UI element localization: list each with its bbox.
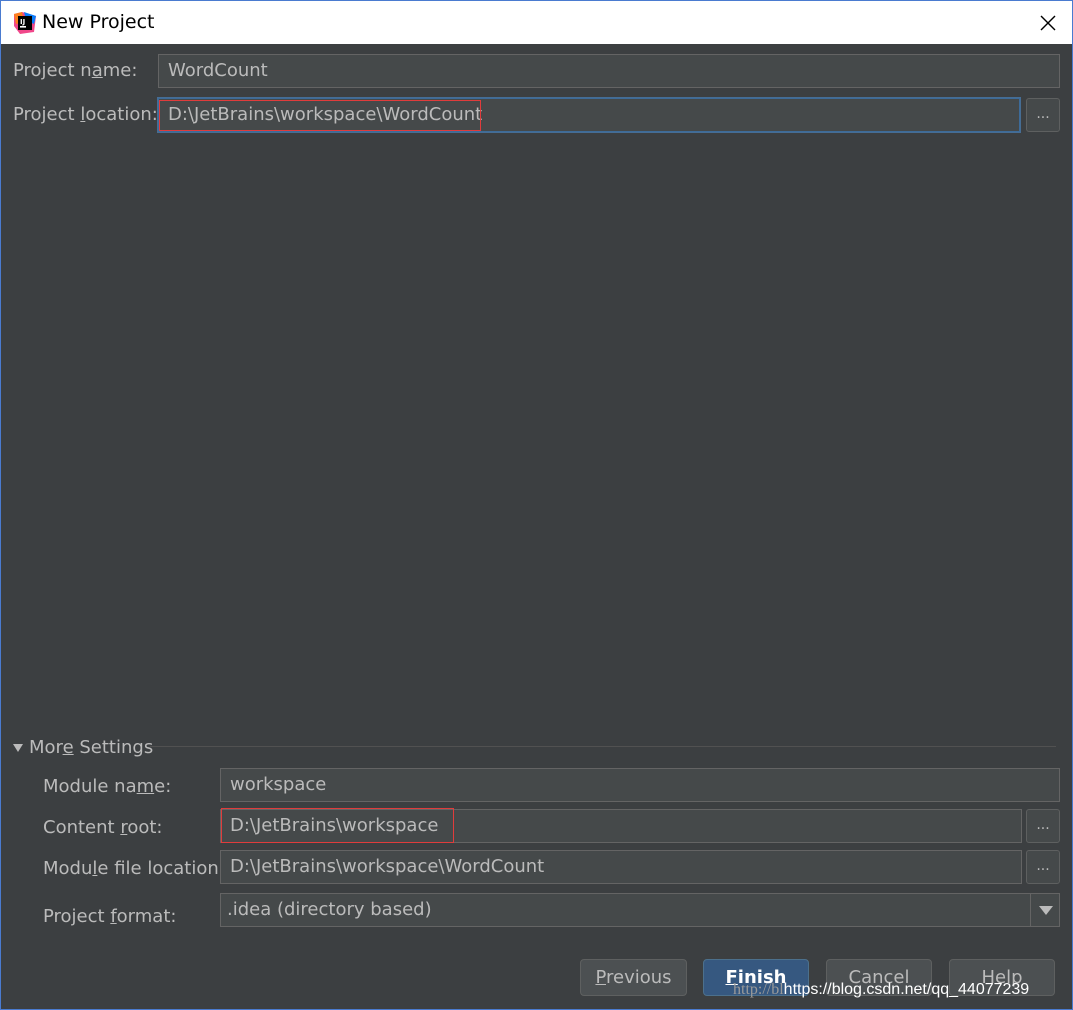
intellij-logo-icon: IJ (14, 12, 36, 34)
svg-text:IJ: IJ (20, 18, 25, 26)
previous-button[interactable]: Previous (580, 959, 687, 996)
module-file-location-label: Module file location: (43, 858, 225, 879)
expand-triangle-icon (13, 743, 23, 752)
title-bar: IJ New Project (0, 0, 1073, 44)
module-name-input[interactable]: workspace (220, 768, 1060, 802)
more-settings-toggle[interactable]: More Settings (13, 737, 153, 758)
module-file-location-input[interactable]: D:\JetBrains\workspace\WordCount (220, 850, 1022, 884)
close-icon[interactable] (1031, 9, 1065, 37)
content-root-input[interactable]: D:\JetBrains\workspace (220, 809, 1022, 843)
project-format-label: Project format: (43, 906, 177, 927)
project-name-input[interactable]: WordCount (158, 54, 1060, 88)
project-format-select[interactable]: .idea (directory based) (220, 893, 1060, 927)
more-settings-label: More Settings (29, 737, 154, 758)
content-root-browse-button[interactable]: ... (1026, 809, 1060, 843)
section-divider (150, 746, 1056, 747)
content-root-label: Content root: (43, 817, 163, 838)
window-title: New Project (42, 11, 155, 33)
project-location-input[interactable]: D:\JetBrains\workspace\WordCount (158, 98, 1020, 132)
project-location-label: Project location: (13, 104, 158, 125)
watermark: http://blhttps://blog.csdn.net/qq_440772… (733, 981, 1030, 998)
project-name-label: Project name: (13, 60, 138, 81)
dropdown-arrow-icon[interactable] (1030, 893, 1060, 927)
project-location-browse-button[interactable]: ... (1026, 98, 1060, 132)
module-name-label: Module name: (43, 776, 172, 797)
module-file-location-browse-button[interactable]: ... (1026, 850, 1060, 884)
